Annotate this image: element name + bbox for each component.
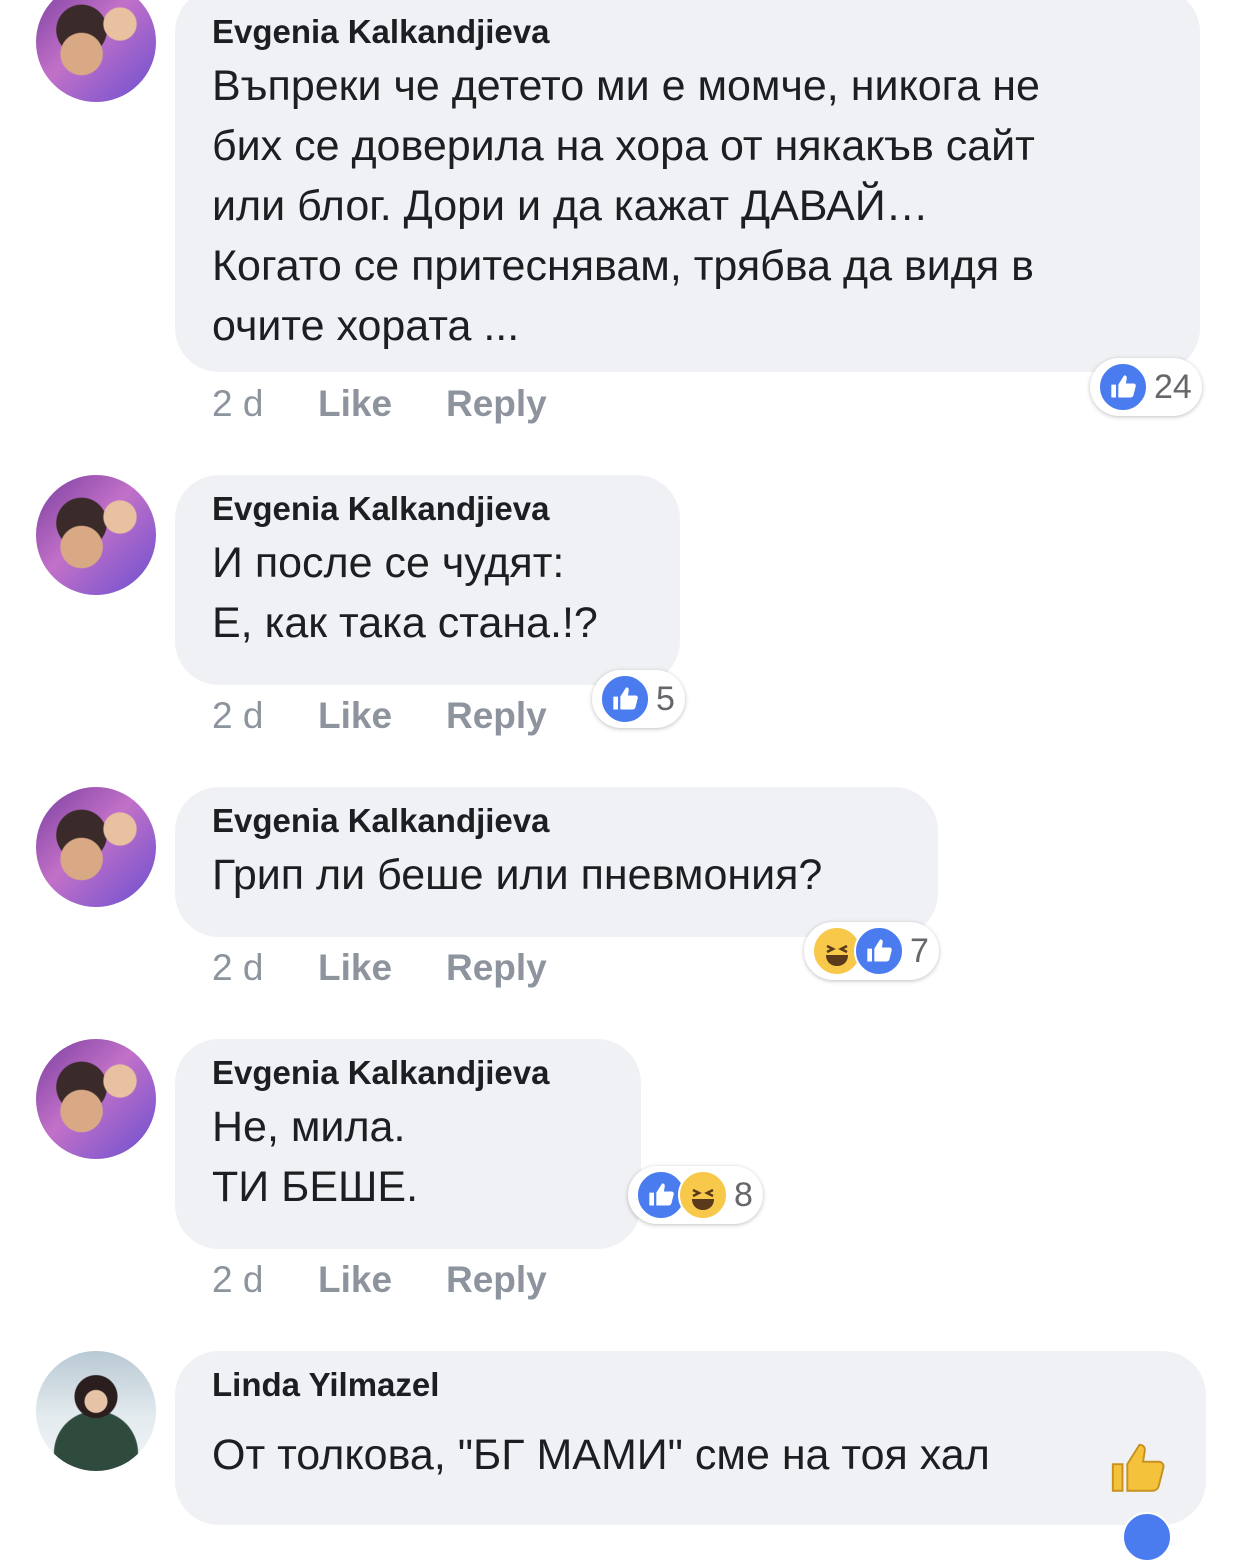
like-reaction-icon bbox=[1122, 1512, 1172, 1562]
like-button[interactable]: Like bbox=[318, 695, 392, 737]
reaction-summary[interactable]: 24 bbox=[1090, 358, 1202, 416]
avatar[interactable] bbox=[36, 1351, 156, 1471]
comment-text: Не, мила. ТИ БЕШЕ. bbox=[212, 1103, 419, 1211]
avatar[interactable] bbox=[36, 787, 156, 907]
comment-bubble: Evgenia Kalkandjieva Въпреки че детето м… bbox=[175, 0, 1200, 372]
avatar[interactable] bbox=[36, 1039, 156, 1159]
reaction-count: 7 bbox=[910, 931, 929, 970]
reply-button[interactable]: Reply bbox=[446, 947, 547, 989]
comment-text: Въпреки че детето ми е момче, никога не … bbox=[212, 62, 1040, 350]
reaction-summary[interactable]: 5 bbox=[592, 670, 685, 728]
reaction-count: 24 bbox=[1154, 367, 1192, 406]
reaction-count: 5 bbox=[656, 679, 675, 718]
reply-button[interactable]: Reply bbox=[446, 1259, 547, 1301]
like-button[interactable]: Like bbox=[318, 383, 392, 425]
comment-author[interactable]: Evgenia Kalkandjieva bbox=[212, 1055, 603, 1091]
like-button[interactable]: Like bbox=[318, 947, 392, 989]
comment-bubble: Evgenia Kalkandjieva Не, мила. ТИ БЕШЕ. bbox=[175, 1039, 641, 1249]
comment-time[interactable]: 2 d bbox=[212, 947, 263, 989]
comment-time[interactable]: 2 d bbox=[212, 383, 263, 425]
comment-author[interactable]: Evgenia Kalkandjieva bbox=[212, 491, 642, 527]
like-button[interactable]: Like bbox=[318, 1259, 392, 1301]
comment-author[interactable]: Linda Yilmazel bbox=[212, 1367, 1168, 1403]
reaction-summary[interactable]: 7 bbox=[804, 922, 939, 980]
comment-time[interactable]: 2 d bbox=[212, 1259, 263, 1301]
reaction-summary[interactable]: 8 bbox=[628, 1166, 763, 1224]
comment-text: Грип ли беше или пневмония? bbox=[212, 851, 823, 899]
comment-text: И после се чудят: Е, как така стана.!? bbox=[212, 539, 598, 647]
comment-time[interactable]: 2 d bbox=[212, 695, 263, 737]
comment-author[interactable]: Evgenia Kalkandjieva bbox=[212, 14, 1162, 50]
like-reaction-icon bbox=[600, 674, 650, 724]
reply-button[interactable]: Reply bbox=[446, 695, 547, 737]
thumbs-up-icon bbox=[1111, 1443, 1165, 1492]
avatar[interactable] bbox=[36, 0, 156, 102]
comment-bubble: Evgenia Kalkandjieva Грип ли беше или пн… bbox=[175, 787, 938, 937]
comment-bubble: Evgenia Kalkandjieva И после се чудят: Е… bbox=[175, 475, 680, 685]
like-reaction-icon bbox=[1098, 362, 1148, 412]
avatar[interactable] bbox=[36, 475, 156, 595]
comment-author[interactable]: Evgenia Kalkandjieva bbox=[212, 803, 900, 839]
comment-text: От толкова, "БГ МАМИ" сме на тоя хал bbox=[212, 1431, 990, 1479]
like-reaction-icon bbox=[854, 926, 904, 976]
comment-bubble: Linda Yilmazel От толкова, "БГ МАМИ" сме… bbox=[175, 1351, 1206, 1525]
reply-button[interactable]: Reply bbox=[446, 383, 547, 425]
reaction-count: 8 bbox=[734, 1175, 753, 1214]
haha-reaction-icon bbox=[678, 1170, 728, 1220]
